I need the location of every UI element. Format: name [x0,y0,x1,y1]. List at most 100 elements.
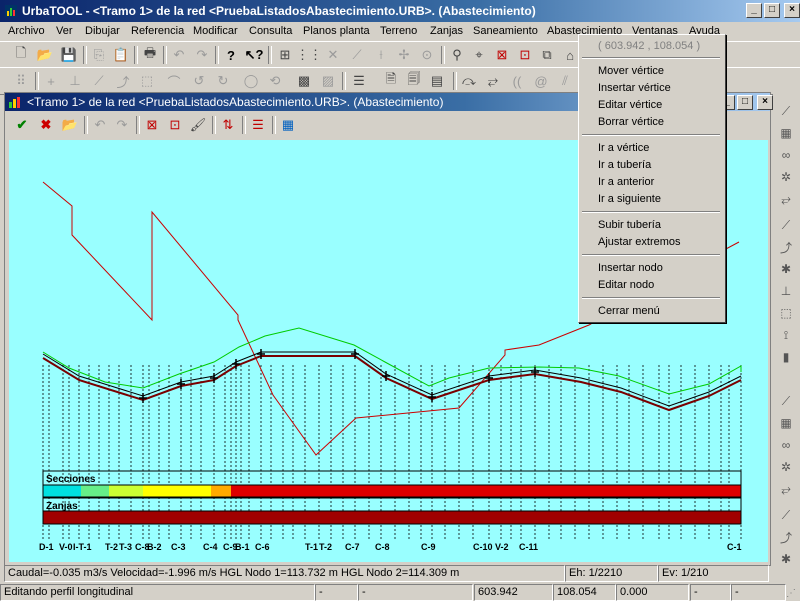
print-icon[interactable]: 🖶 [141,45,159,64]
select-icon[interactable]: ⌖ [470,46,488,64]
pipe-draw-icon[interactable]: ⟋ [777,392,795,410]
zoom-extents-icon[interactable]: ⊡ [516,46,534,64]
polyline-icon[interactable]: ⟋ [90,72,108,90]
circle-icon[interactable]: ◯ [242,72,260,90]
cross-icon[interactable]: ✕ [324,46,342,64]
ctx-cerrar-menu[interactable]: Cerrar menú [598,305,660,317]
ctx-ir-a-siguiente[interactable]: Ir a siguiente [598,193,661,205]
ctx-subir-tuberia[interactable]: Subir tubería [598,219,661,231]
paste-icon[interactable]: 📋 [112,46,130,64]
home-icon[interactable]: ⌂ [561,46,579,64]
ctx-mover-vertice[interactable]: Mover vértice [598,65,664,77]
undo-icon[interactable]: ↶ [91,116,109,134]
pipe-draw-icon[interactable]: ⟋ [777,102,795,120]
snap-mid-icon[interactable]: ✢ [395,46,413,64]
ctx-editar-nodo[interactable]: Editar nodo [598,279,654,291]
pin-icon[interactable]: ⚲ [448,46,466,64]
app-title-bar[interactable]: UrbaTOOL - <Tramo 1> de la red <PruebaLi… [0,0,800,22]
menu-zanjas[interactable]: Zanjas [430,25,463,37]
lines-icon[interactable]: ☰ [249,116,267,134]
report-icon[interactable]: ▤ [428,72,446,90]
bracket-icon[interactable]: (( [508,72,526,90]
node-icon[interactable]: ✲ [777,458,795,476]
fill-icon[interactable]: ▩ [295,72,313,90]
child-close-button[interactable]: × [757,95,773,110]
pipe-draw-icon[interactable]: ⟋ [777,216,795,234]
open-folder-icon[interactable]: 📂 [36,46,54,64]
node-icon[interactable]: ✲ [777,168,795,186]
ctx-insertar-nodo[interactable]: Insertar nodo [598,262,663,274]
swap-icon[interactable]: ⇅ [219,116,237,134]
layers-icon[interactable]: ☰ [350,72,368,90]
curve-icon[interactable]: ↺ [190,72,208,90]
context-help-icon[interactable]: ↖? [245,46,264,64]
brush-icon[interactable]: 🖌 [189,116,207,134]
menu-ver[interactable]: Ver [56,25,73,37]
menu-dibujar[interactable]: Dibujar [85,25,120,37]
minimize-button[interactable]: _ [746,3,762,18]
line-icon[interactable]: ⟋ [348,46,366,64]
menu-referencia[interactable]: Referencia [131,25,184,37]
meter-icon[interactable]: ⟟ [777,326,795,344]
undo-icon[interactable]: ↶ [170,46,188,64]
accept-check-icon[interactable]: ✔ [13,116,31,134]
snap-end-icon[interactable]: ⟊ [372,46,390,64]
text-icon[interactable]: ⊥ [66,72,84,90]
hatch-icon[interactable]: ▨ [319,72,337,90]
table-icon[interactable]: ▦ [777,124,795,142]
copy-icon[interactable]: ⎘ [90,46,108,64]
link-icon[interactable]: ∞ [777,436,795,454]
pump-icon[interactable]: ✱ [777,260,795,278]
branch-icon[interactable]: ⤴ [777,528,795,546]
zoom-extents-icon[interactable]: ⊡ [166,116,184,134]
valve-icon[interactable]: ⥂ [484,72,502,90]
ctx-insertar-vertice[interactable]: Insertar vértice [598,82,671,94]
save-icon[interactable]: 💾 [60,46,78,64]
link-icon[interactable]: ∞ [777,146,795,164]
hydrant-icon[interactable]: ⊥ [777,282,795,300]
menu-saneamiento[interactable]: Saneamiento [473,25,538,37]
ctx-ir-a-vertice[interactable]: Ir a vértice [598,142,649,154]
redo-icon[interactable]: ↷ [193,46,211,64]
zoom-window-icon[interactable]: ⊠ [143,116,161,134]
ctx-editar-vertice[interactable]: Editar vértice [598,99,662,111]
array-icon[interactable]: ⠿ [12,72,30,90]
open-icon[interactable]: 📂 [61,116,79,134]
ctx-ir-a-anterior[interactable]: Ir a anterior [598,176,654,188]
slash-icon[interactable]: ⫽ [556,72,574,90]
shape-icon[interactable]: ⬚ [138,72,156,90]
valve-icon[interactable]: ⥂ [777,480,795,498]
grid-icon[interactable]: ⊞ [276,46,294,64]
redo-icon[interactable]: ↷ [113,116,131,134]
document-list-icon[interactable]: 🗐 [405,71,423,90]
table-icon[interactable]: ▦ [279,116,297,134]
cancel-x-icon[interactable]: ✖ [37,116,55,134]
pipe-draw-icon[interactable]: ⟋ [777,506,795,524]
menu-consulta[interactable]: Consulta [249,25,292,37]
spline-icon[interactable]: ⤴ [114,72,132,90]
maximize-button[interactable]: □ [764,3,780,18]
pump-icon[interactable]: ✱ [777,550,795,568]
chart-icon[interactable]: ▮ [777,348,795,366]
menu-planos-planta[interactable]: Planos planta [303,25,370,37]
ctx-ajustar-extremos[interactable]: Ajustar extremos [598,236,681,248]
ctx-borrar-vertice[interactable]: Borrar vértice [598,116,664,128]
zoom-window-icon[interactable]: ⊠ [493,46,511,64]
table-icon[interactable]: ▦ [777,414,795,432]
tank-icon[interactable]: ⬚ [777,304,795,322]
menu-archivo[interactable]: Archivo [8,25,45,37]
arc-icon[interactable]: ⌒ [165,72,183,90]
pipe-icon[interactable]: ⤼ [460,72,478,90]
resize-grip-icon[interactable]: ⋰ [786,588,798,600]
pipe-vertex-markers[interactable] [139,349,539,403]
menu-terreno[interactable]: Terreno [380,25,417,37]
document-icon[interactable]: 🗎 [382,71,400,90]
child-maximize-button[interactable]: □ [737,95,753,110]
point-icon[interactable]: + [42,72,60,90]
snap-center-icon[interactable]: ⊙ [418,46,436,64]
new-file-icon[interactable]: 🗋 [12,45,30,64]
help-icon[interactable]: ? [222,46,240,64]
curve2-icon[interactable]: ↻ [214,72,232,90]
windows-icon[interactable]: ⧉ [538,46,556,64]
valve-icon[interactable]: ⥂ [777,190,795,208]
